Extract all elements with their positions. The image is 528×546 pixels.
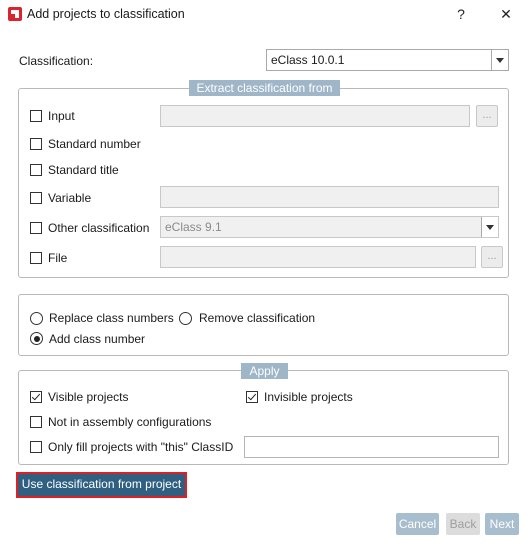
variable-label: Variable [48,191,92,205]
invisible-projects-label: Invisible projects [264,390,353,404]
file-browse-button[interactable]: ... [481,246,503,268]
file-field[interactable] [160,246,476,268]
file-checkbox[interactable] [30,252,42,264]
standard-number-label: Standard number [48,137,141,151]
variable-field[interactable] [160,186,499,208]
only-fill-label: Only fill projects with "this" ClassID [48,440,234,454]
file-label: File [48,251,68,265]
other-classification-checkbox[interactable] [30,222,42,234]
chevron-down-icon[interactable] [481,217,498,237]
other-classification-select[interactable]: eClass 9.1 [160,216,499,238]
input-label: Input [48,109,75,123]
other-classification-label: Other classification [48,221,150,235]
classification-label: Classification: [19,54,94,68]
class-id-input[interactable] [244,436,499,458]
other-classification-value: eClass 9.1 [165,220,222,234]
add-label: Add class number [49,332,146,346]
next-button[interactable]: Next [485,513,519,535]
standard-title-checkbox[interactable] [30,164,42,176]
replace-radio[interactable] [30,312,43,325]
input-field[interactable] [160,105,470,127]
add-radio[interactable] [30,332,43,345]
standard-title-label: Standard title [48,163,119,177]
app-icon [8,7,22,21]
apply-legend: Apply [241,363,288,379]
cancel-button[interactable]: Cancel [396,513,439,535]
input-browse-button[interactable]: ... [476,105,498,127]
classification-select[interactable]: eClass 10.0.1 [266,49,509,71]
remove-radio[interactable] [179,312,192,325]
replace-label: Replace class numbers [49,311,174,325]
variable-checkbox[interactable] [30,192,42,204]
only-fill-checkbox[interactable] [30,441,42,453]
back-button[interactable]: Back [446,513,480,535]
not-assembly-label: Not in assembly configurations [48,415,212,429]
invisible-projects-checkbox[interactable] [246,391,258,403]
extract-legend: Extract classification from [189,80,340,96]
use-classification-button[interactable]: Use classification from project [18,474,185,496]
chevron-down-icon[interactable] [491,50,508,70]
help-button[interactable]: ? [450,4,472,24]
input-checkbox[interactable] [30,110,42,122]
window-title: Add projects to classification [27,7,185,21]
visible-projects-label: Visible projects [48,390,129,404]
mode-group [18,294,509,356]
visible-projects-checkbox[interactable] [30,391,42,403]
classification-value: eClass 10.0.1 [271,53,345,67]
remove-label: Remove classification [199,311,316,325]
standard-number-checkbox[interactable] [30,138,42,150]
not-assembly-checkbox[interactable] [30,416,42,428]
close-button[interactable]: ✕ [495,4,517,24]
